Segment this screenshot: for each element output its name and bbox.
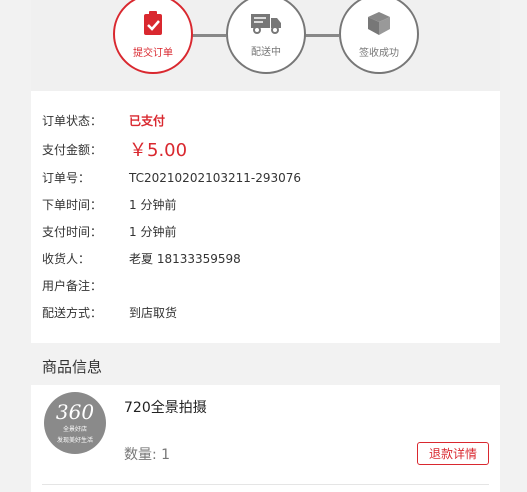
delivery-value: 到店取货 (129, 306, 178, 320)
order-time-label: 下单时间： (42, 198, 103, 212)
order-number-row: 订单号： TC20210202103211-293076 (42, 169, 301, 186)
receiver-label: 收货人： (42, 252, 91, 266)
order-time-value: 1 分钟前 (129, 198, 177, 212)
box-icon (366, 10, 392, 40)
pay-amount-label: 支付金额： (42, 142, 103, 157)
order-number-label: 订单号： (42, 171, 91, 185)
goods-name[interactable]: 720全景拍摄 (124, 397, 207, 417)
thumb-logo-text: 360 (55, 400, 95, 424)
remark-label: 用户备注： (42, 279, 103, 293)
pay-time-label: 支付时间： (42, 225, 103, 239)
pay-amount-row: 支付金额： ￥5.00 (42, 136, 187, 162)
remark-row: 用户备注： (42, 277, 129, 294)
clipboard-check-icon (142, 10, 164, 40)
truck-icon (250, 11, 282, 39)
step-label: 签收成功 (359, 47, 399, 59)
pay-time-value: 1 分钟前 (129, 225, 177, 239)
goods-section-title: 商品信息 (42, 358, 103, 376)
progress-connector (305, 34, 339, 37)
step-label: 配送中 (251, 46, 281, 58)
refund-detail-button[interactable]: 退款详情 (417, 442, 489, 465)
delivery-row: 配送方式： 到店取货 (42, 304, 177, 321)
step-delivering: 配送中 (226, 0, 306, 74)
progress-connector (192, 34, 226, 37)
pay-time-row: 支付时间： 1 分钟前 (42, 223, 176, 240)
step-submit-order: 提交订单 (113, 0, 193, 74)
delivery-label: 配送方式： (42, 306, 103, 320)
divider (42, 484, 489, 485)
thumb-tagline: 发现美好生活 (56, 437, 93, 444)
order-number-value: TC20210202103211-293076 (129, 170, 302, 185)
order-status-label: 订单状态： (42, 114, 103, 128)
order-info-card: 订单状态： 已支付 支付金额： ￥5.00 订单号： TC20210202103… (31, 91, 500, 343)
step-signed: 签收成功 (339, 0, 419, 74)
receiver-row: 收货人： 老夏 18133359598 (42, 250, 241, 267)
thumb-brand: 全景好店 (62, 426, 87, 433)
order-progress: 提交订单 配送中 签收成功 (31, 0, 500, 91)
goods-quantity: 数量: 1 (124, 447, 171, 463)
order-status-value: 已支付 (129, 114, 166, 128)
goods-item: 360 全景好店 发现美好生活 720全景拍摄 数量: 1 退款详情 (31, 385, 500, 492)
step-label: 提交订单 (133, 47, 173, 59)
pay-amount-value: ￥5.00 (129, 140, 188, 161)
receiver-value: 老夏 18133359598 (129, 252, 241, 266)
order-time-row: 下单时间： 1 分钟前 (42, 196, 176, 213)
goods-thumbnail: 360 全景好店 发现美好生活 (44, 392, 106, 454)
order-status-row: 订单状态： 已支付 (42, 112, 165, 129)
